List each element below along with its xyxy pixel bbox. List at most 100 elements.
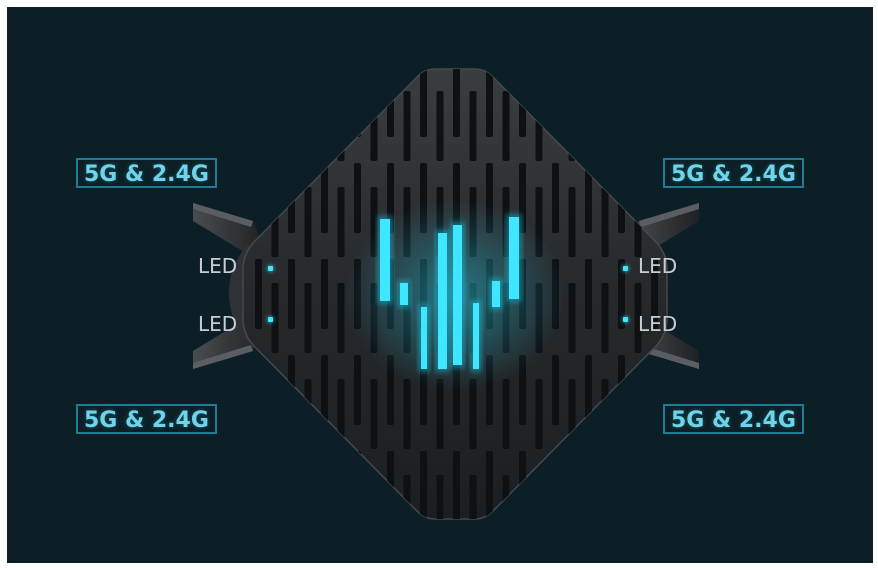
fin-slot xyxy=(321,355,328,425)
antenna-label-bottom-right: 5G & 2.4G xyxy=(663,404,804,434)
fin-slot xyxy=(601,187,609,257)
fin-slot xyxy=(568,187,576,257)
fin-slot xyxy=(304,379,312,449)
fin-slot xyxy=(387,451,394,519)
fin-slot xyxy=(436,91,444,161)
fin-slot xyxy=(469,379,477,449)
fin-slot xyxy=(486,451,493,519)
fin-slot xyxy=(618,163,625,233)
light-bar xyxy=(453,225,462,365)
fin-slot xyxy=(354,163,361,233)
led-label-right-upper: LED xyxy=(638,254,678,278)
fin-slot xyxy=(668,91,675,161)
fin-slot xyxy=(288,259,295,329)
fin-slot xyxy=(618,69,625,137)
fin-slot xyxy=(453,451,460,519)
fin-slot xyxy=(337,475,345,519)
fin-slot xyxy=(403,475,411,519)
fin-slot xyxy=(271,187,279,257)
fin-slot xyxy=(519,451,526,519)
fin-slot xyxy=(288,355,295,425)
fin-slot xyxy=(255,163,262,233)
fin-slot xyxy=(321,69,328,137)
light-bar xyxy=(509,217,519,299)
fin-slot xyxy=(618,355,625,425)
fin-slot xyxy=(651,451,658,519)
fin-slot xyxy=(568,379,576,449)
light-bar xyxy=(380,219,390,301)
fin-slot xyxy=(552,163,559,233)
fin-slot xyxy=(535,475,543,519)
product-diagram: 5G & 2.4G 5G & 2.4G 5G & 2.4G 5G & 2.4G … xyxy=(7,7,873,563)
fin-slot xyxy=(469,475,477,519)
fin-slot xyxy=(337,283,345,353)
fin-slot xyxy=(502,379,510,449)
fin-slot xyxy=(337,187,345,257)
fin-slot xyxy=(403,91,411,161)
fin-slot xyxy=(601,91,609,161)
light-bar xyxy=(400,283,408,305)
fin-slot xyxy=(634,475,642,519)
antenna-label-top-left: 5G & 2.4G xyxy=(76,158,217,188)
fin-slot xyxy=(304,283,312,353)
fin-slot xyxy=(585,259,592,329)
fin-slot xyxy=(552,69,559,137)
fin-slot xyxy=(601,283,609,353)
fin-slot xyxy=(271,379,279,449)
fin-slot xyxy=(436,379,444,449)
led-indicator-right-upper xyxy=(623,266,628,271)
fin-slot xyxy=(403,379,411,449)
led-label-left-lower: LED xyxy=(198,312,238,336)
fin-slot xyxy=(337,379,345,449)
fin-slot xyxy=(519,69,526,137)
fin-slot xyxy=(634,379,642,449)
fin-slot xyxy=(651,69,658,137)
light-bar xyxy=(438,233,447,369)
fin-slot xyxy=(453,69,460,137)
fin-slot xyxy=(420,451,427,519)
fin-slot xyxy=(255,259,262,329)
fin-slot xyxy=(321,163,328,233)
fin-slot xyxy=(502,475,510,519)
fin-slot xyxy=(370,91,378,161)
router-illustration xyxy=(193,68,699,545)
fin-slot xyxy=(321,451,328,519)
fin-slot xyxy=(618,451,625,519)
fin-slot xyxy=(535,379,543,449)
light-bar xyxy=(492,281,500,307)
fin-slot xyxy=(568,283,576,353)
fin-slot xyxy=(486,69,493,137)
fin-slot xyxy=(436,475,444,519)
fin-slot xyxy=(271,475,279,519)
fin-slot xyxy=(634,91,642,161)
fin-slot xyxy=(502,91,510,161)
fin-slot xyxy=(585,69,592,137)
fin-slot xyxy=(354,451,361,519)
fin-slot xyxy=(321,259,328,329)
fin-slot xyxy=(370,379,378,449)
light-bar xyxy=(421,307,427,369)
led-label-right-lower: LED xyxy=(638,312,678,336)
fin-slot xyxy=(469,91,477,161)
fin-slot xyxy=(255,69,262,137)
fin-slot xyxy=(568,475,576,519)
fin-slot xyxy=(304,187,312,257)
fin-slot xyxy=(255,355,262,425)
antenna-label-top-right: 5G & 2.4G xyxy=(663,158,804,188)
led-indicator-right-lower xyxy=(623,317,628,322)
fin-slot xyxy=(420,69,427,137)
fin-slot xyxy=(585,451,592,519)
fin-slot xyxy=(552,355,559,425)
fin-slot xyxy=(668,475,675,545)
led-indicator-left-upper xyxy=(268,266,273,271)
fin-slot xyxy=(304,91,312,161)
fin-slot xyxy=(354,69,361,137)
light-bar xyxy=(473,303,479,369)
fin-slot xyxy=(288,451,295,519)
fin-slot xyxy=(601,379,609,449)
led-label-left-upper: LED xyxy=(198,254,238,278)
fin-slot xyxy=(255,451,262,519)
antenna-label-bottom-left: 5G & 2.4G xyxy=(76,404,217,434)
fin-slot xyxy=(288,69,295,137)
fin-slot xyxy=(601,475,609,519)
